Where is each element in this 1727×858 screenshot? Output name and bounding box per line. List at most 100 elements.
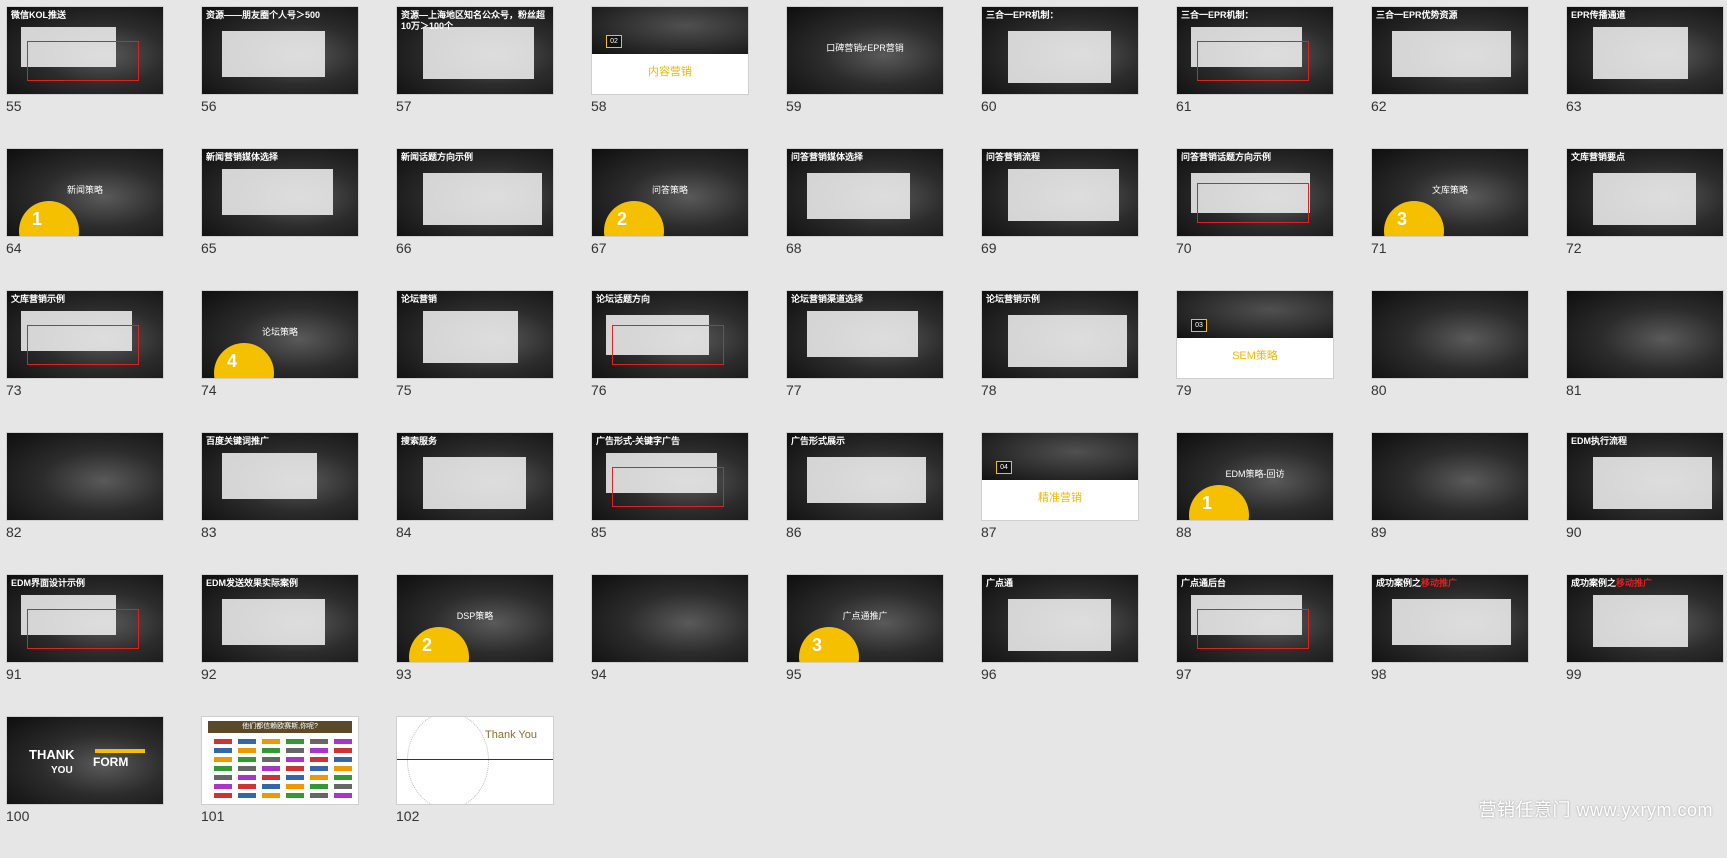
slide-cell: THANK YOU FORM 100 bbox=[6, 716, 164, 858]
slide-thumbnail[interactable]: EPR传播通道 bbox=[1566, 6, 1724, 95]
slide-title-text: 文库营销示例 bbox=[11, 294, 66, 304]
slide-thumbnail[interactable]: 广点通后台 bbox=[1176, 574, 1334, 663]
slide-cell: 广告形式展示 86 bbox=[786, 432, 944, 574]
slide-thumbnail[interactable]: 口碑营销≠EPR营销 bbox=[786, 6, 944, 95]
slide-cell: EPR传播通道 63 bbox=[1566, 6, 1724, 148]
slide-thumbnail[interactable]: 广告形式展示 bbox=[786, 432, 944, 521]
slide-title-text: 问答营销话题方向示例 bbox=[1181, 152, 1272, 162]
slide-title: 广点通后台 bbox=[1181, 578, 1329, 589]
highlight-box bbox=[27, 325, 139, 365]
slide-thumbnail[interactable]: 文库策略 3 bbox=[1371, 148, 1529, 237]
slide-content-panel bbox=[1593, 595, 1688, 647]
slide-thumbnail[interactable]: 他们都信赖欧赛斯,你呢? bbox=[201, 716, 359, 805]
slide-thumbnail[interactable]: 新闻话题方向示例 bbox=[396, 148, 554, 237]
slide-thumbnail[interactable]: 搜索服务 bbox=[396, 432, 554, 521]
slide-thumbnail[interactable]: 三合一EPR机制： bbox=[1176, 6, 1334, 95]
slide-thumbnail[interactable]: 论坛营销 bbox=[396, 290, 554, 379]
slide-thumbnail[interactable]: 论坛策略 4 bbox=[201, 290, 359, 379]
slide-thumbnail[interactable] bbox=[6, 432, 164, 521]
client-logo bbox=[310, 784, 328, 789]
slide-title-text: 问答营销流程 bbox=[986, 152, 1041, 162]
slide-number: 63 bbox=[1566, 98, 1582, 114]
slide-number: 90 bbox=[1566, 524, 1582, 540]
slide-title: EDM执行流程 bbox=[1571, 436, 1719, 447]
client-logo bbox=[286, 748, 304, 753]
slide-thumbnail[interactable] bbox=[591, 574, 749, 663]
slide-title: 广告形式-关键字广告 bbox=[596, 436, 744, 447]
slide-thumbnail[interactable]: 新闻策略 1 bbox=[6, 148, 164, 237]
slide-thumbnail[interactable]: 微信KOL推送 bbox=[6, 6, 164, 95]
client-logo bbox=[310, 757, 328, 762]
slide-thumbnail[interactable]: 资源—上海地区知名公众号，粉丝超10万＞100个 bbox=[396, 6, 554, 95]
slide-thumbnail[interactable] bbox=[1371, 290, 1529, 379]
slide-title: 微信KOL推送 bbox=[11, 10, 159, 21]
slide-thumbnail[interactable]: THANK YOU FORM bbox=[6, 716, 164, 805]
slide-number: 73 bbox=[6, 382, 22, 398]
client-logo bbox=[310, 775, 328, 780]
slide-thumbnail[interactable]: 广点通推广 3 bbox=[786, 574, 944, 663]
slide-thumbnail[interactable] bbox=[1566, 290, 1724, 379]
slide-thumbnail[interactable]: 广点通 bbox=[981, 574, 1139, 663]
slide-title-text: 三合一EPR机制： bbox=[1181, 10, 1254, 20]
slide-center-title: 广点通推广 bbox=[842, 611, 888, 621]
slide-thumbnail[interactable]: EDM策略-回访 1 bbox=[1176, 432, 1334, 521]
section-circle: 3 bbox=[799, 627, 859, 662]
slide-content-panel bbox=[423, 27, 534, 79]
slide-number: 74 bbox=[201, 382, 217, 398]
slide-thumbnail[interactable]: EDM执行流程 bbox=[1566, 432, 1724, 521]
slide-thumbnail[interactable] bbox=[1371, 432, 1529, 521]
client-logo bbox=[262, 784, 280, 789]
section-circle: 3 bbox=[1384, 201, 1444, 236]
slide-thumbnail[interactable]: 新闻营销媒体选择 bbox=[201, 148, 359, 237]
slide-thumbnail[interactable]: 百度关键词推广 bbox=[201, 432, 359, 521]
slide-thumbnail[interactable]: 02 内容营销 bbox=[591, 6, 749, 95]
slide-center-title: 口碑营销≠EPR营销 bbox=[826, 43, 904, 53]
slide-thumbnail[interactable]: 03 SEM策略 bbox=[1176, 290, 1334, 379]
slide-thumbnail[interactable]: 三合一EPR机制： bbox=[981, 6, 1139, 95]
slide-thumbnail[interactable]: 论坛营销示例 bbox=[981, 290, 1139, 379]
slide-thumbnail[interactable]: 广告形式-关键字广告 bbox=[591, 432, 749, 521]
slide-cell: 百度关键词推广 83 bbox=[201, 432, 359, 574]
slide-thumbnail[interactable]: 04 精准营销 bbox=[981, 432, 1139, 521]
slide-thumbnail[interactable]: 问答营销媒体选择 bbox=[786, 148, 944, 237]
slide-thumbnail[interactable]: 问答营销话题方向示例 bbox=[1176, 148, 1334, 237]
slide-cell: 新闻策略 1 64 bbox=[6, 148, 164, 290]
slide-number: 59 bbox=[786, 98, 802, 114]
slide-thumbnail[interactable]: 文库营销示例 bbox=[6, 290, 164, 379]
slide-thumbnail[interactable]: 文库营销要点 bbox=[1566, 148, 1724, 237]
thank-you-title: Thank You bbox=[485, 729, 537, 741]
client-logo bbox=[214, 775, 232, 780]
slide-thumbnail[interactable]: 三合一EPR优势资源 bbox=[1371, 6, 1529, 95]
slide-cell: 论坛营销示例 78 bbox=[981, 290, 1139, 432]
slide-cell: 82 bbox=[6, 432, 164, 574]
slide-thumbnail[interactable]: 成功案例之移动推广 bbox=[1566, 574, 1724, 663]
slide-thumbnail[interactable]: 成功案例之移动推广 bbox=[1371, 574, 1529, 663]
section-circle: 4 bbox=[214, 343, 274, 378]
client-logo bbox=[286, 739, 304, 744]
slide-content-panel bbox=[807, 311, 918, 357]
section-number: 04 bbox=[996, 461, 1012, 474]
slide-cell: 论坛话题方向 76 bbox=[591, 290, 749, 432]
slide-number: 100 bbox=[6, 808, 30, 824]
slide-number: 64 bbox=[6, 240, 22, 256]
slide-thumbnail[interactable]: 问答营销流程 bbox=[981, 148, 1139, 237]
slide-content-panel bbox=[423, 173, 542, 225]
slide-thumbnail[interactable]: 论坛营销渠道选择 bbox=[786, 290, 944, 379]
client-logo bbox=[286, 784, 304, 789]
slide-number: 98 bbox=[1371, 666, 1387, 682]
slide-thumbnail[interactable]: 问答策略 2 bbox=[591, 148, 749, 237]
client-logo bbox=[286, 775, 304, 780]
slide-thumbnail[interactable]: EDM发送效果实际案例 bbox=[201, 574, 359, 663]
form-text: FORM bbox=[93, 755, 129, 769]
client-logo bbox=[334, 766, 352, 771]
slide-thumbnail[interactable]: DSP策略 2 bbox=[396, 574, 554, 663]
highlight-box bbox=[27, 41, 139, 81]
client-logo bbox=[334, 739, 352, 744]
slide-thumbnail[interactable]: EDM界面设计示例 bbox=[6, 574, 164, 663]
slide-thumbnail[interactable]: 资源——朋友圈个人号＞500 bbox=[201, 6, 359, 95]
slide-thumbnail[interactable]: 论坛话题方向 bbox=[591, 290, 749, 379]
slide-cell: 成功案例之移动推广 99 bbox=[1566, 574, 1724, 716]
slide-thumbnail[interactable]: Thank You bbox=[396, 716, 554, 805]
slide-content-panel bbox=[1593, 27, 1688, 79]
decor-circle bbox=[407, 717, 489, 804]
